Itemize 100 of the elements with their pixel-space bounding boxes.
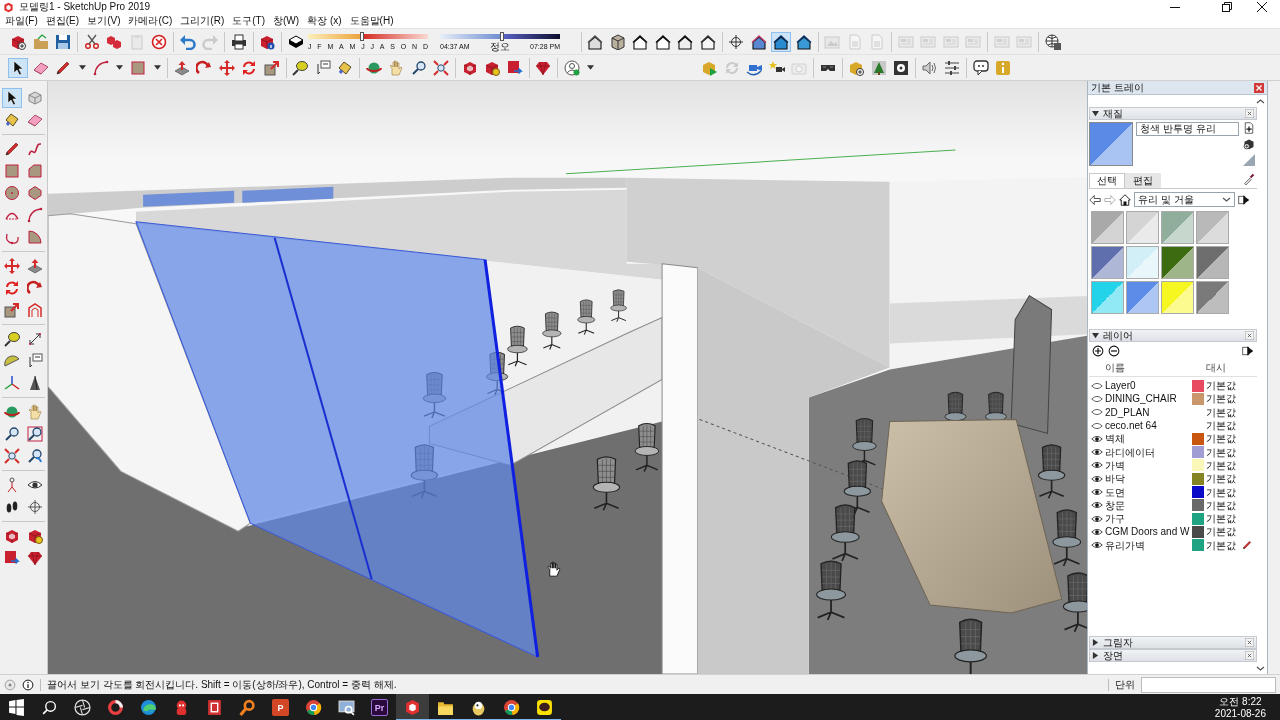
menu-item[interactable]: 카메라(C) xyxy=(124,14,177,28)
eye-icon[interactable] xyxy=(1091,448,1103,457)
material-swatch-icon[interactable] xyxy=(1091,211,1124,244)
layer-name[interactable]: 창문 xyxy=(1105,498,1190,512)
chat-icon[interactable] xyxy=(970,57,991,78)
plus-circle-icon[interactable] xyxy=(1092,345,1104,357)
section-header[interactable]: 그림자 xyxy=(1089,636,1257,649)
library-dropdown[interactable]: 유리 및 거울 xyxy=(1134,192,1235,207)
taskbar-button[interactable] xyxy=(396,694,429,720)
layer-name[interactable]: 벽체 xyxy=(1105,432,1190,446)
zoom-extents-icon[interactable] xyxy=(431,57,452,78)
tape-measure-icon[interactable] xyxy=(2,329,23,349)
dash-style[interactable]: 기본값 xyxy=(1206,419,1240,433)
slider-thumb[interactable] xyxy=(360,31,364,41)
cursor-icon[interactable] xyxy=(8,57,29,78)
zoom-window-icon[interactable] xyxy=(24,424,45,444)
dash-style[interactable]: 기본값 xyxy=(1206,525,1240,539)
eye-icon[interactable] xyxy=(1091,474,1103,483)
tab[interactable]: 선택 xyxy=(1089,173,1125,188)
section-header[interactable]: 레이어 xyxy=(1089,329,1257,342)
layer-name[interactable]: 도면 xyxy=(1105,485,1190,499)
color-swatch-icon[interactable] xyxy=(1192,392,1204,405)
month-slider[interactable] xyxy=(308,31,428,41)
column-header[interactable]: 이름 xyxy=(1105,361,1190,375)
eye-icon[interactable] xyxy=(1091,434,1103,443)
menu-item[interactable]: 도구(T) xyxy=(228,14,270,28)
minus-circle-icon[interactable] xyxy=(1108,345,1120,357)
eyedropper-icon[interactable] xyxy=(1243,173,1255,185)
material-swatch-icon[interactable] xyxy=(1091,246,1124,279)
zoom-extents-icon[interactable] xyxy=(2,446,23,466)
layer-name[interactable]: CGM Doors and W xyxy=(1105,525,1190,539)
menu-item[interactable]: 도움말(H) xyxy=(345,14,398,28)
material-swatch-icon[interactable] xyxy=(1126,246,1159,279)
info-circle-icon[interactable] xyxy=(22,678,34,691)
color-swatch-icon[interactable] xyxy=(1192,499,1204,512)
chevron-down-icon[interactable] xyxy=(1256,665,1265,671)
dash-style[interactable]: 기본값 xyxy=(1206,405,1240,419)
color-swatch-icon[interactable] xyxy=(1192,459,1204,472)
measurement-field[interactable] xyxy=(1141,676,1276,693)
dash-style[interactable]: 기본값 xyxy=(1206,512,1240,526)
menu-item[interactable]: 파일(F) xyxy=(1,14,42,28)
dash-style[interactable]: 기본값 xyxy=(1206,392,1240,406)
layer-name[interactable]: 가구 xyxy=(1105,512,1190,526)
eye-icon[interactable] xyxy=(1091,488,1103,496)
tab[interactable]: 편집 xyxy=(1125,173,1161,188)
time-slider[interactable] xyxy=(440,31,560,41)
color-swatch-icon[interactable] xyxy=(1192,539,1204,552)
color-swatch-icon[interactable] xyxy=(1192,379,1204,392)
material-swatch-icon[interactable] xyxy=(1161,281,1194,314)
section-header[interactable]: 재질 xyxy=(1089,107,1257,120)
move-icon[interactable] xyxy=(2,256,23,276)
dash-style[interactable]: 기본값 xyxy=(1206,538,1240,552)
color-swatch-icon[interactable] xyxy=(1192,432,1204,445)
caret-icon[interactable] xyxy=(587,65,594,70)
dash-style[interactable]: 기본값 xyxy=(1206,458,1240,472)
material-swatch-icon[interactable] xyxy=(1126,211,1159,244)
material-swatch-icon[interactable] xyxy=(1196,246,1229,279)
house-icon[interactable] xyxy=(771,31,792,52)
material-swatch-icon[interactable] xyxy=(1161,211,1194,244)
column-header[interactable]: 대시 xyxy=(1206,361,1240,375)
eye-icon[interactable] xyxy=(1091,501,1103,510)
chevron-up-icon[interactable] xyxy=(1256,98,1265,104)
taskbar-button[interactable]: P xyxy=(264,694,297,720)
material-swatch-icon[interactable] xyxy=(1126,281,1159,314)
person-icon[interactable] xyxy=(561,57,582,78)
color-swatch-icon[interactable] xyxy=(1192,512,1204,525)
globe-icon[interactable] xyxy=(1042,31,1063,52)
material-swatch-icon[interactable] xyxy=(1196,211,1229,244)
menu-item[interactable]: 보기(V) xyxy=(83,14,125,28)
color-swatch-icon[interactable] xyxy=(1192,472,1204,485)
dash-style[interactable]: 기본값 xyxy=(1206,379,1240,393)
material-swatch-icon[interactable] xyxy=(1196,281,1229,314)
color-swatch-icon[interactable] xyxy=(1192,486,1204,498)
layer-name[interactable]: Layer0 xyxy=(1105,379,1190,393)
home-icon[interactable] xyxy=(1119,193,1131,206)
slider-thumb[interactable] xyxy=(500,31,505,41)
details-arrow-icon[interactable] xyxy=(1242,345,1254,357)
cube-plus-icon[interactable] xyxy=(1243,138,1255,150)
taskbar-button[interactable]: Pr xyxy=(363,694,396,720)
eye-icon[interactable] xyxy=(1091,527,1103,536)
caret-icon[interactable] xyxy=(153,65,161,70)
layer-name[interactable]: 바닥 xyxy=(1105,472,1190,486)
layer-name[interactable]: 2D_PLAN xyxy=(1105,405,1190,419)
document-plus-icon[interactable] xyxy=(1243,122,1255,134)
eye-icon[interactable] xyxy=(1091,461,1103,470)
circle-dot-icon[interactable] xyxy=(4,678,16,691)
close-icon[interactable] xyxy=(1257,2,1267,12)
menu-item[interactable]: 그리기(R) xyxy=(176,14,229,28)
layer-name[interactable]: 유리가벽 xyxy=(1105,538,1190,552)
cursor-icon[interactable] xyxy=(2,88,23,108)
section-header[interactable]: 장면 xyxy=(1089,649,1257,662)
dash-style[interactable]: 기본값 xyxy=(1206,472,1240,486)
menu-item[interactable]: 창(W) xyxy=(269,14,304,28)
color-swatch-icon[interactable] xyxy=(1192,525,1204,538)
dash-style[interactable]: 기본값 xyxy=(1206,498,1240,512)
dash-style[interactable]: 기본값 xyxy=(1206,432,1240,446)
caret-icon[interactable] xyxy=(78,65,86,70)
material-name-field[interactable]: 청색 반투명 유리 xyxy=(1136,122,1239,136)
minimize-icon[interactable] xyxy=(1170,6,1180,8)
color-swatch-icon[interactable] xyxy=(1192,446,1204,459)
